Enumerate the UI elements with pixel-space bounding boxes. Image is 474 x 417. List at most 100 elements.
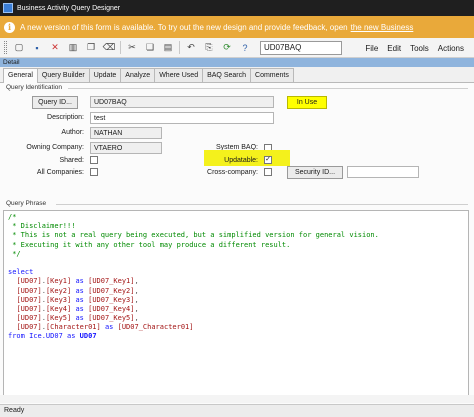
new-version-banner: i A new version of this form is availabl… (0, 16, 474, 38)
select-keyword: select (8, 268, 34, 277)
security-id-field[interactable] (347, 166, 419, 178)
menu-file[interactable]: File (365, 44, 378, 53)
close-icon[interactable]: ✕ (49, 42, 61, 54)
sql-column-line: [UD07].[Key2] as [UD07_Key2], (16, 286, 139, 295)
query-id-button[interactable]: Query ID... (32, 96, 78, 109)
shared-checkbox[interactable] (90, 156, 98, 164)
tab-update[interactable]: Update (88, 68, 122, 82)
attachment-icon[interactable]: ⎘ (203, 42, 215, 54)
delete-icon[interactable]: ▥ (67, 42, 79, 54)
comment-line: * This is not a real query being execute… (8, 231, 379, 240)
copy-icon[interactable]: ❐ (85, 42, 97, 54)
cross-company-checkbox[interactable] (264, 168, 272, 176)
all-companies-checkbox[interactable] (90, 168, 98, 176)
sql-column-line: [UD07].[Character01] as [UD07_Character0… (16, 323, 194, 332)
all-companies-label: All Companies: (36, 169, 84, 176)
tab-general[interactable]: General (3, 68, 38, 83)
toolbar-grip[interactable] (4, 41, 7, 54)
banner-link[interactable]: the new Business (351, 23, 414, 32)
sql-column-line: [UD07].[Key5] as [UD07_Key5], (16, 314, 139, 323)
shared-label: Shared: (59, 157, 84, 164)
sql-from-line: from Ice.UD07 as UD07 (8, 332, 464, 341)
comment-line: */ (8, 249, 21, 258)
detail-bar: Detail (0, 58, 474, 67)
query-phrase-editor[interactable]: /* * Disclaimer!!! * This is not a real … (3, 210, 469, 400)
undo-icon[interactable]: ↶ (185, 42, 197, 54)
updatable-label: Updatable: (224, 157, 258, 164)
help-icon[interactable]: ? (239, 42, 251, 54)
menu-actions[interactable]: Actions (438, 44, 464, 53)
owning-company-field[interactable]: VTAERO (90, 142, 162, 154)
as-keyword: as (67, 332, 76, 341)
tab-query-builder[interactable]: Query Builder (36, 68, 90, 82)
author-label: Author: (61, 129, 84, 136)
in-use-button[interactable]: In Use (287, 96, 327, 109)
cross-company-label: Cross-company: (207, 169, 258, 176)
as-keyword: as (75, 277, 84, 286)
save-icon[interactable]: ▪ (31, 42, 43, 54)
as-keyword: as (104, 323, 114, 332)
paste-icon[interactable]: ▤ (162, 42, 174, 54)
sql-column-line: [UD07].[Key3] as [UD07_Key3], (16, 295, 139, 304)
new-icon[interactable]: ▢ (13, 42, 25, 54)
security-id-button[interactable]: Security ID... (287, 166, 343, 179)
sql-table: [UD07] (16, 277, 42, 286)
status-bar: Ready (0, 404, 474, 417)
menu-bar: File Edit Tools Actions (356, 38, 464, 58)
updatable-checkbox[interactable]: ✓ (264, 156, 272, 164)
query-identification-label: Query Identification (6, 84, 63, 91)
title-bar: Business Activity Query Designer (0, 0, 474, 16)
query-id-field[interactable]: UD07BAQ (90, 96, 274, 108)
info-icon: i (4, 21, 15, 33)
clear-icon[interactable]: ⌫ (103, 42, 116, 54)
owning-company-label: Owning Company: (26, 144, 84, 151)
as-keyword: as (75, 304, 84, 313)
sql-table: [UD07] (16, 304, 42, 313)
menu-edit[interactable]: Edit (387, 44, 401, 53)
refresh-icon[interactable]: ⟳ (221, 42, 233, 54)
sql-table: [UD07] (16, 286, 42, 295)
sql-column: [Key5] (45, 314, 72, 323)
toolbar-query-id-input[interactable]: UD07BAQ (260, 40, 342, 55)
description-label: Description: (47, 114, 84, 121)
sql-column: [Key2] (45, 286, 72, 295)
banner-text: A new version of this form is available.… (20, 22, 348, 32)
window-title: Business Activity Query Designer (17, 4, 121, 12)
author-field[interactable]: NATHAN (90, 127, 162, 139)
sql-column: [Key1] (45, 277, 72, 286)
sql-alias: [UD07_Key2] (88, 286, 135, 295)
from-keyword: from (8, 332, 25, 341)
sql-alias: [UD07_Key1] (88, 277, 135, 286)
sql-alias: [UD07_Key3] (88, 295, 135, 304)
comment-line: * Executing it with any other tool may p… (8, 240, 291, 249)
app-icon (3, 3, 13, 13)
menu-tools[interactable]: Tools (410, 44, 429, 53)
sql-column: [Character01] (45, 323, 101, 332)
group-divider (68, 88, 468, 89)
sql-column: [Key3] (45, 295, 72, 304)
tab-analyze[interactable]: Analyze (120, 68, 156, 82)
sql-column-line: [UD07].[Key1] as [UD07_Key1], (16, 277, 139, 286)
tab-where-used[interactable]: Where Used (154, 68, 204, 82)
query-phrase-label: Query Phrase (6, 200, 47, 207)
description-field[interactable]: test (90, 112, 274, 124)
toolbar-separator (179, 41, 180, 54)
horizontal-scrollbar[interactable] (0, 395, 474, 403)
sql-column-line: [UD07].[Key4] as [UD07_Key4], (16, 304, 139, 313)
sql-column: [Key4] (45, 304, 72, 313)
copy2-icon[interactable]: ❏ (144, 42, 156, 54)
sql-from-alias: UD07 (79, 332, 97, 341)
sql-alias: [UD07_Key5] (88, 314, 135, 323)
sql-alias: [UD07_Key4] (88, 304, 135, 313)
sql-table: [UD07] (16, 314, 42, 323)
tab-comments[interactable]: Comments (250, 68, 294, 82)
cut-icon[interactable]: ✂ (126, 42, 138, 54)
as-keyword: as (75, 314, 84, 323)
tab-baq-search[interactable]: BAQ Search (202, 68, 252, 82)
as-keyword: as (75, 286, 84, 295)
sql-table: [UD07] (16, 295, 42, 304)
toolbar-separator (120, 41, 121, 54)
sql-alias: [UD07_Character01] (117, 323, 194, 332)
comment-line: * Disclaimer!!! (8, 222, 76, 231)
